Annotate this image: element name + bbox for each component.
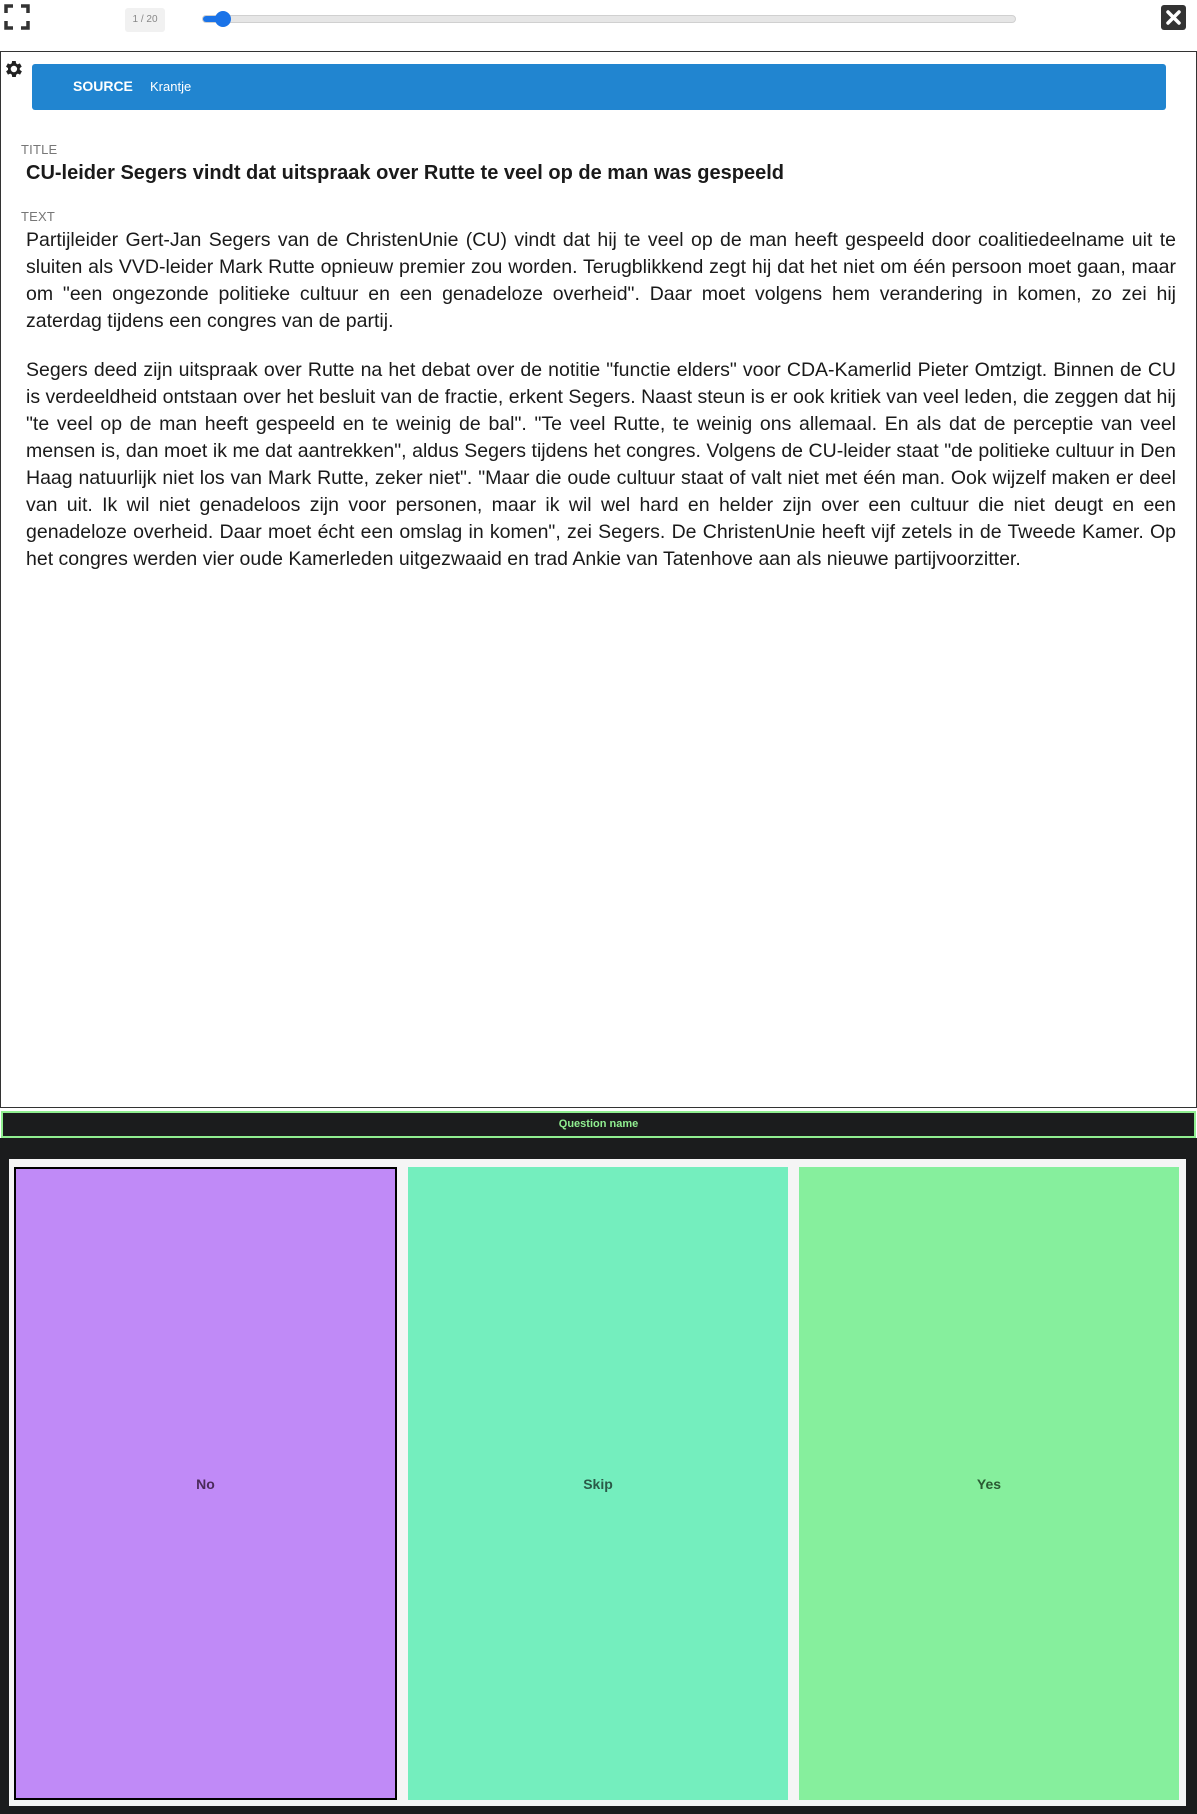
progress-slider[interactable] (202, 11, 1016, 27)
yes-button[interactable]: Yes (799, 1167, 1179, 1800)
item-counter: 1 / 20 (125, 8, 165, 32)
answer-area: No Skip Yes (0, 1138, 1197, 1814)
title-label: TITLE (21, 142, 58, 157)
close-icon[interactable] (1161, 5, 1186, 30)
source-bar: SOURCE Krantje (32, 64, 1166, 110)
article-paragraph: Segers deed zijn uitspraak over Rutte na… (26, 359, 1176, 570)
answer-buttons: No Skip Yes (9, 1159, 1186, 1806)
source-label: SOURCE (73, 78, 133, 94)
top-toolbar: 1 / 20 (0, 0, 1197, 50)
gear-icon[interactable] (2, 58, 24, 80)
article-title: CU-leider Segers vindt dat uitspraak ove… (26, 162, 785, 184)
no-button-label: No (196, 1475, 215, 1492)
slider-thumb[interactable] (215, 11, 232, 27)
text-label: TEXT (21, 209, 56, 224)
skip-button[interactable]: Skip (408, 1167, 788, 1800)
no-button[interactable]: No (14, 1167, 397, 1800)
article-paragraph: Partijleider Gert-Jan Segers van de Chri… (26, 229, 1176, 332)
article-text: Partijleider Gert-Jan Segers van de Chri… (26, 227, 1176, 595)
yes-button-label: Yes (976, 1475, 1002, 1492)
document-panel: SOURCE Krantje TITLE CU-leider Segers vi… (0, 51, 1197, 1108)
skip-button-label: Skip (583, 1475, 613, 1492)
fullscreen-icon[interactable] (4, 4, 30, 30)
question-name: Question name (1, 1111, 1196, 1138)
source-value: Krantje (150, 79, 192, 94)
